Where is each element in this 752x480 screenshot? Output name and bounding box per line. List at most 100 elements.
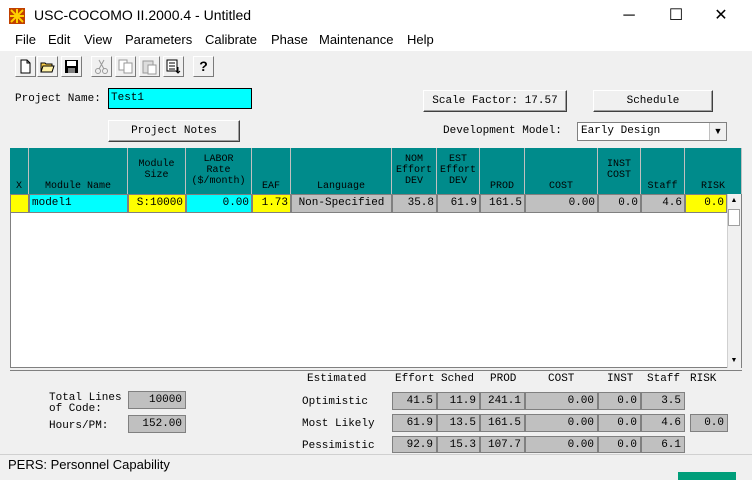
- most-likely-cost: 0.00: [525, 414, 598, 432]
- row-language[interactable]: Non-Specified: [291, 194, 392, 213]
- open-folder-icon: [40, 62, 55, 73]
- status-indicator: [678, 472, 736, 480]
- open-file-button[interactable]: [37, 56, 58, 77]
- most-likely-effort: 61.9: [392, 414, 437, 432]
- header-eaf: EAF: [252, 148, 291, 194]
- insert-module-button[interactable]: [163, 56, 184, 77]
- summary-row-label: Pessimistic: [302, 440, 375, 452]
- optimistic-inst: 0.0: [598, 392, 641, 410]
- app-icon: [9, 8, 25, 24]
- row-staff: 4.6: [641, 194, 685, 213]
- summary-header-estimated: Estimated: [307, 373, 367, 385]
- summary-header-sched: Sched: [441, 373, 475, 385]
- insert-module-icon: [166, 59, 181, 74]
- save-disk-icon: [65, 60, 78, 73]
- most-likely-prod: 161.5: [480, 414, 525, 432]
- total-lines-value: 10000: [128, 391, 186, 409]
- new-file-icon: [20, 59, 31, 74]
- menu-view[interactable]: View: [84, 32, 112, 47]
- summary-row-label: Optimistic: [302, 396, 369, 408]
- summary-header-cost: COST: [548, 373, 575, 385]
- row-inst-cost: 0.0: [598, 194, 641, 213]
- menu-parameters[interactable]: Parameters: [125, 32, 192, 47]
- row-cost: 0.00: [525, 194, 598, 213]
- pessimistic-staff: 6.1: [641, 436, 685, 453]
- development-model-label: Development Model:: [443, 125, 562, 137]
- new-file-button[interactable]: [15, 56, 36, 77]
- copy-icon: [118, 59, 133, 74]
- summary-header-risk: RISK: [690, 373, 717, 385]
- row-labor-rate[interactable]: 0.00: [186, 194, 252, 213]
- header-nom-effort: NOM Effort DEV: [392, 148, 437, 194]
- menu-phase[interactable]: Phase: [271, 32, 308, 47]
- maximize-button[interactable]: ☐: [653, 0, 699, 31]
- header-inst-cost: INST COST: [598, 148, 641, 194]
- scale-factor-button[interactable]: Scale Factor: 17.57: [423, 90, 567, 112]
- summary-header-effort: Effort: [395, 373, 435, 385]
- summary-header-staff: Staff: [647, 373, 681, 385]
- header-risk: RISK: [685, 148, 742, 194]
- header-x: X: [10, 148, 29, 194]
- optimistic-prod: 241.1: [480, 392, 525, 410]
- row-module-name[interactable]: model1: [29, 194, 128, 213]
- optimistic-cost: 0.00: [525, 392, 598, 410]
- optimistic-effort: 41.5: [392, 392, 437, 410]
- menu-calibrate[interactable]: Calibrate: [205, 32, 257, 47]
- row-est-effort: 61.9: [437, 194, 480, 213]
- optimistic-sched: 11.9: [437, 392, 480, 410]
- header-cost: COST: [525, 148, 598, 194]
- copy-button[interactable]: [115, 56, 136, 77]
- header-module-name: Module Name: [29, 148, 128, 194]
- scroll-down-icon[interactable]: ▼: [727, 354, 741, 368]
- project-name-input[interactable]: Test1: [108, 88, 252, 109]
- most-likely-inst: 0.0: [598, 414, 641, 432]
- minimize-button[interactable]: ─: [606, 0, 652, 31]
- menu-edit[interactable]: Edit: [48, 32, 70, 47]
- header-est-effort: EST Effort DEV: [437, 148, 480, 194]
- optimistic-staff: 3.5: [641, 392, 685, 410]
- project-name-label: Project Name:: [15, 93, 101, 105]
- pessimistic-sched: 15.3: [437, 436, 480, 453]
- development-model-value: Early Design: [581, 125, 661, 137]
- most-likely-sched: 13.5: [437, 414, 480, 432]
- close-button[interactable]: ✕: [698, 0, 744, 31]
- header-staff: Staff: [641, 148, 685, 194]
- scroll-thumb[interactable]: [728, 209, 740, 226]
- cut-button[interactable]: [91, 56, 112, 77]
- window-title: USC-COCOMO II.2000.4 - Untitled: [34, 7, 252, 23]
- toolbar: [0, 52, 752, 82]
- header-module-size: Module Size: [128, 148, 186, 194]
- scroll-up-icon[interactable]: ▲: [727, 194, 741, 208]
- row-risk[interactable]: 0.0: [685, 194, 727, 213]
- menu-help[interactable]: Help: [407, 32, 434, 47]
- row-nom-effort: 35.8: [392, 194, 437, 213]
- help-button[interactable]: ?: [193, 56, 214, 77]
- pessimistic-prod: 107.7: [480, 436, 525, 453]
- header-prod: PROD: [480, 148, 525, 194]
- paste-clipboard-icon: [142, 60, 157, 75]
- pessimistic-inst: 0.0: [598, 436, 641, 453]
- status-text: PERS: Personnel Capability: [8, 457, 170, 472]
- header-labor-rate: LABOR Rate ($/month): [186, 148, 252, 194]
- project-notes-button[interactable]: Project Notes: [108, 120, 240, 142]
- menu-file[interactable]: File: [15, 32, 36, 47]
- save-button[interactable]: [61, 56, 82, 77]
- summary-header-inst: INST: [607, 373, 634, 385]
- most-likely-risk: 0.0: [690, 414, 728, 432]
- summary-header-prod: PROD: [490, 373, 517, 385]
- hours-per-pm-value: 152.00: [128, 415, 186, 433]
- schedule-button[interactable]: Schedule: [593, 90, 713, 112]
- menu-maintenance[interactable]: Maintenance: [319, 32, 393, 47]
- help-icon: ?: [199, 58, 208, 74]
- most-likely-staff: 4.6: [641, 414, 685, 432]
- hours-per-pm-label: Hours/PM:: [49, 420, 109, 432]
- total-lines-label: Total Lines of Code:: [49, 392, 122, 415]
- development-model-select[interactable]: Early Design ▼: [577, 122, 727, 141]
- row-module-size[interactable]: S:10000: [128, 194, 186, 213]
- row-eaf[interactable]: 1.73: [252, 194, 291, 213]
- row-select-checkbox[interactable]: [10, 194, 29, 213]
- chevron-down-icon[interactable]: ▼: [709, 123, 726, 140]
- paste-button[interactable]: [139, 56, 160, 77]
- row-prod: 161.5: [480, 194, 525, 213]
- pessimistic-cost: 0.00: [525, 436, 598, 453]
